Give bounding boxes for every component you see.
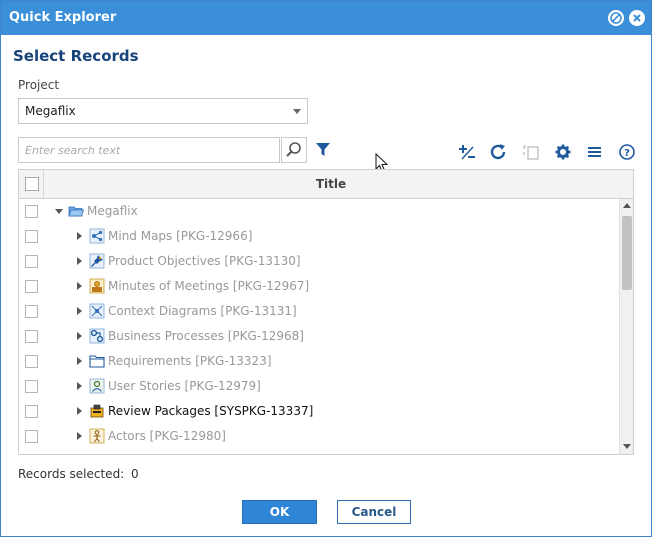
scroll-down-arrow-icon[interactable] bbox=[623, 444, 631, 449]
refresh-icon bbox=[490, 144, 506, 160]
gear-icon bbox=[555, 144, 571, 160]
row-checkbox[interactable] bbox=[25, 380, 38, 393]
tree-row-label: Actors [PKG-12980] bbox=[108, 429, 226, 443]
project-label: Project bbox=[18, 78, 60, 92]
filter-button[interactable] bbox=[315, 142, 331, 161]
grid-header: Title bbox=[19, 170, 633, 199]
ok-button[interactable]: OK bbox=[242, 500, 317, 524]
tree-row-label: Minutes of Meetings [PKG-12967] bbox=[108, 279, 310, 293]
tree-row-label: User Stories [PKG-12979] bbox=[108, 379, 261, 393]
context-diagram-icon bbox=[89, 303, 105, 319]
expand-arrow-icon[interactable] bbox=[77, 432, 82, 440]
expand-arrow-icon[interactable] bbox=[77, 382, 82, 390]
expand-arrow-icon[interactable] bbox=[77, 357, 82, 365]
expand-arrow-icon[interactable] bbox=[77, 332, 82, 340]
tree-row[interactable]: Business Processes [PKG-12968] bbox=[19, 324, 619, 349]
tree-rows: Megaflix Mind Maps [PKG-12966] Product O… bbox=[19, 199, 619, 449]
tree-row-label: Business Processes [PKG-12968] bbox=[108, 329, 304, 343]
tree-row[interactable]: Review Packages [SYSPKG-13337] bbox=[19, 399, 619, 424]
meeting-icon bbox=[89, 278, 105, 294]
row-checkbox[interactable] bbox=[25, 305, 38, 318]
copy-button bbox=[521, 143, 541, 161]
folder-icon bbox=[89, 355, 105, 368]
title-bar: Quick Explorer bbox=[1, 1, 651, 35]
expand-arrow-icon[interactable] bbox=[77, 407, 82, 415]
review-package-icon bbox=[90, 404, 104, 418]
scroll-up-arrow-icon[interactable] bbox=[623, 203, 631, 208]
collapse-arrow-icon[interactable] bbox=[55, 209, 63, 214]
row-checkbox[interactable] bbox=[25, 255, 38, 268]
quick-explorer-dialog: Quick Explorer Select Records Project Me… bbox=[0, 0, 652, 537]
vertical-scrollbar[interactable] bbox=[619, 199, 633, 454]
mind-map-icon bbox=[89, 228, 105, 244]
tree-row-root[interactable]: Megaflix bbox=[19, 199, 619, 224]
tree-row-label: Requirements [PKG-13323] bbox=[108, 354, 272, 368]
expand-arrow-icon[interactable] bbox=[77, 282, 82, 290]
help-icon: ? bbox=[619, 144, 635, 160]
process-icon bbox=[89, 328, 105, 344]
tree-row[interactable]: User Stories [PKG-12979] bbox=[19, 374, 619, 399]
project-select[interactable]: Megaflix bbox=[18, 98, 308, 124]
tree-row[interactable]: Context Diagrams [PKG-13131] bbox=[19, 299, 619, 324]
tree-row[interactable]: Actors [PKG-12980] bbox=[19, 424, 619, 449]
row-checkbox[interactable] bbox=[25, 230, 38, 243]
user-story-icon bbox=[89, 378, 105, 394]
records-selected-count: 0 bbox=[131, 467, 139, 481]
tree-row[interactable]: Minutes of Meetings [PKG-12967] bbox=[19, 274, 619, 299]
scroll-thumb[interactable] bbox=[622, 216, 632, 290]
tree-row[interactable]: Product Objectives [PKG-13130] bbox=[19, 249, 619, 274]
expand-arrow-icon[interactable] bbox=[77, 307, 82, 315]
search-icon bbox=[286, 142, 301, 157]
row-checkbox[interactable] bbox=[25, 405, 38, 418]
expand-arrow-icon[interactable] bbox=[77, 232, 82, 240]
tree-row-label: Megaflix bbox=[87, 204, 138, 218]
row-checkbox[interactable] bbox=[25, 430, 38, 443]
tree-row[interactable]: Requirements [PKG-13323] bbox=[19, 349, 619, 374]
dialog-heading: Select Records bbox=[13, 47, 139, 65]
tree-row-label: Product Objectives [PKG-13130] bbox=[108, 254, 301, 268]
hamburger-menu-icon bbox=[588, 147, 601, 157]
filter-icon bbox=[316, 143, 330, 156]
tree-row-label: Mind Maps [PKG-12966] bbox=[108, 229, 253, 243]
tree-row[interactable]: Mind Maps [PKG-12966] bbox=[19, 224, 619, 249]
row-checkbox[interactable] bbox=[25, 205, 38, 218]
expand-collapse-button[interactable] bbox=[457, 143, 477, 161]
project-value: Megaflix bbox=[25, 104, 76, 118]
minimize-icon[interactable] bbox=[608, 10, 624, 26]
pin-icon bbox=[89, 253, 105, 269]
tree-row-label: Review Packages [SYSPKG-13337] bbox=[108, 404, 314, 418]
expand-arrow-icon[interactable] bbox=[77, 257, 82, 265]
cancel-button[interactable]: Cancel bbox=[337, 500, 411, 524]
copy-icon bbox=[523, 145, 539, 160]
search-button[interactable] bbox=[281, 137, 307, 163]
plus-minus-icon bbox=[459, 145, 475, 160]
actor-icon bbox=[89, 428, 105, 444]
folder-open-icon bbox=[68, 206, 84, 217]
records-selected-status: Records selected: 0 bbox=[18, 467, 139, 481]
column-header-title: Title bbox=[315, 177, 347, 191]
records-selected-label: Records selected: bbox=[18, 467, 125, 481]
close-icon[interactable] bbox=[629, 10, 645, 26]
records-grid: Title Megaflix Mind Maps [PKG-12966] Pro… bbox=[18, 169, 634, 455]
settings-button[interactable] bbox=[553, 143, 573, 161]
help-button[interactable]: ? bbox=[617, 143, 637, 161]
svg-text:?: ? bbox=[624, 148, 630, 159]
row-checkbox[interactable] bbox=[25, 330, 38, 343]
tree-row-label: Context Diagrams [PKG-13131] bbox=[108, 304, 297, 318]
refresh-button[interactable] bbox=[489, 143, 509, 161]
row-checkbox[interactable] bbox=[25, 355, 38, 368]
menu-button[interactable] bbox=[585, 143, 605, 161]
window-title: Quick Explorer bbox=[9, 10, 117, 25]
row-checkbox[interactable] bbox=[25, 280, 38, 293]
chevron-down-icon bbox=[293, 109, 301, 114]
search-input[interactable] bbox=[18, 137, 280, 163]
